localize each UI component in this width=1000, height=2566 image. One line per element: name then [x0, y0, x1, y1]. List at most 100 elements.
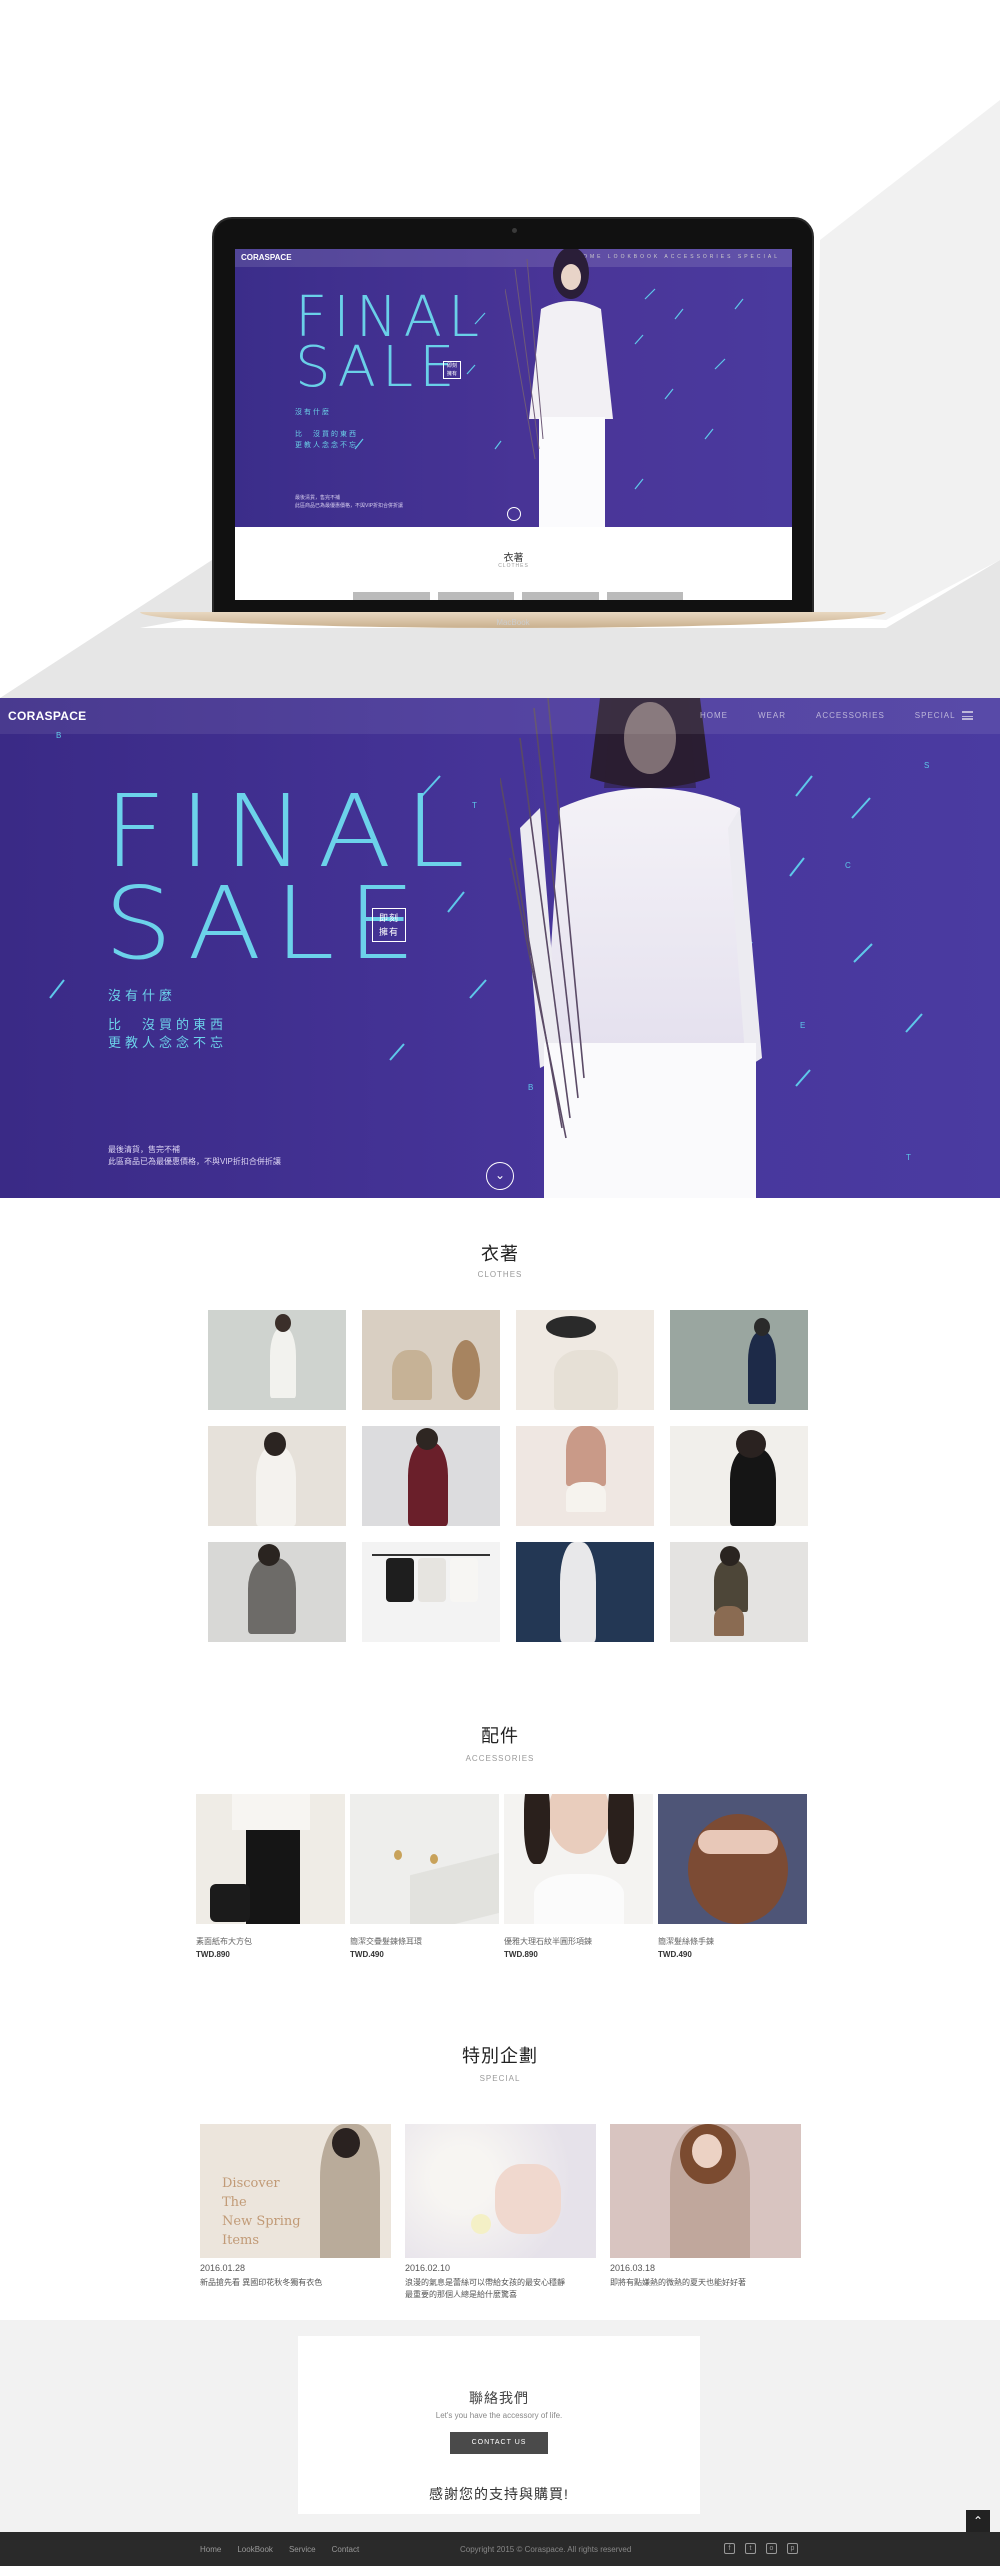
special-list: Discover The New Spring Items 2016.01.28… — [200, 2124, 802, 2301]
contact-subtitle: Let's you have the accessory of life. — [435, 2411, 563, 2420]
top-navigation: CORASPACE HOME WEAR ACCESSORIES SPECIAL — [0, 698, 1000, 734]
contact-title: 聯絡我們 — [469, 2390, 529, 2406]
footer-link-lookbook[interactable]: LookBook — [237, 2545, 273, 2554]
clothes-tile[interactable] — [670, 1310, 808, 1410]
menu-icon[interactable] — [962, 711, 973, 720]
nav-link-home[interactable]: HOME — [700, 711, 728, 720]
nav-link-accessories[interactable]: ACCESSORIES — [816, 711, 885, 720]
special-date: 2016.03.18 — [610, 2263, 656, 2273]
camera-dot — [512, 228, 517, 233]
clothes-tile[interactable] — [208, 1426, 346, 1526]
model-photo — [500, 698, 762, 1198]
clothes-tile[interactable] — [516, 1426, 654, 1526]
facebook-icon[interactable]: f — [724, 2543, 735, 2554]
mini-model-photo — [505, 249, 613, 527]
clothes-title: 衣著 — [481, 1244, 519, 1264]
contact-section: 聯絡我們 Let's you have the accessory of lif… — [0, 2320, 1000, 2532]
laptop-showcase: CORASPACE HOME LOOKBOOK ACCESSORIES SPEC… — [0, 0, 1000, 698]
product-name: 簡潔交疊髮鍊條耳環 — [350, 1937, 422, 1946]
product-price: TWD.490 — [658, 1950, 692, 1959]
hero-tagline-1: 沒有什麼 — [108, 988, 177, 1003]
product-price: TWD.890 — [504, 1950, 538, 1959]
special-card[interactable]: 2016.03.18 即將有點嫌熱的微熱的夏天也能好好著 — [610, 2124, 801, 2301]
product-card[interactable]: 優雅大理石紋半圓形項鍊 TWD.890 — [504, 1794, 653, 1959]
laptop-brand: MacBook — [496, 618, 530, 627]
clothes-tile[interactable] — [362, 1542, 500, 1642]
mini-thumbnails — [353, 592, 683, 600]
product-price: TWD.490 — [350, 1950, 384, 1959]
footer-link-home[interactable]: Home — [200, 2545, 221, 2554]
chevron-up-icon: ⌃ — [972, 2514, 984, 2528]
twitter-icon[interactable]: t — [745, 2543, 756, 2554]
svg-text:S: S — [924, 761, 929, 770]
product-card[interactable]: 簡潔髮絲條手鍊 TWD.490 — [658, 1794, 807, 1959]
footer: Home LookBook Service Contact Copyright … — [0, 2532, 1000, 2566]
nav-links: HOME WEAR ACCESSORIES SPECIAL — [700, 711, 956, 720]
back-to-top-button[interactable]: ⌃ — [966, 2510, 990, 2532]
product-name: 簡潔髮絲條手鍊 — [658, 1937, 714, 1946]
clothes-tile[interactable] — [670, 1426, 808, 1526]
headline-sale: SALE — [104, 865, 429, 982]
copyright: Copyright 2015 © Coraspace. All rights r… — [460, 2545, 632, 2554]
contact-card: 聯絡我們 Let's you have the accessory of lif… — [298, 2336, 700, 2514]
mini-tagline: 沒有什麼比 沒買的東西 更教人念念不忘 — [295, 409, 358, 449]
hero-banner: BTSCETB CORASPACE HOME WEAR ACCESSORIES … — [0, 698, 1000, 1198]
product-name: 優雅大理石紋半圓形項鍊 — [504, 1937, 592, 1946]
clothes-tile[interactable] — [208, 1542, 346, 1642]
special-text: 新品搶先看 異國印花秋冬獨有衣色 — [200, 2278, 323, 2287]
nav-link-wear[interactable]: WEAR — [758, 711, 786, 720]
mini-badge: 即刻 擁有 — [443, 361, 461, 379]
laptop-screen: CORASPACE HOME LOOKBOOK ACCESSORIES SPEC… — [235, 249, 792, 600]
mini-section-title: 衣著 — [503, 553, 524, 564]
mini-note: 最後清貨，售完不補 此區商品已為最優惠價格，不與VIP折扣合併折讓 — [295, 495, 404, 509]
nav-link-special[interactable]: SPECIAL — [915, 711, 956, 720]
footer-link-contact[interactable]: Contact — [332, 2545, 360, 2554]
hero-headline: FINAL SALE — [104, 782, 478, 982]
hero-note: 最後清貨，售完不補 此區商品已為最優惠價格，不與VIP折扣合併折讓 — [108, 1145, 281, 1166]
mini-hero: CORASPACE HOME LOOKBOOK ACCESSORIES SPEC… — [235, 249, 792, 527]
contact-us-button[interactable]: CONTACT US — [450, 2432, 548, 2454]
special-card[interactable]: 2016.02.10 浪漫的氣息是蕾絲可以帶給女孩的最安心穩靜 最重要的那個人總是… — [405, 2124, 596, 2301]
thanks-text: 感謝您的支持與購買! — [429, 2486, 569, 2502]
clothes-tile[interactable] — [362, 1310, 500, 1410]
pinterest-icon[interactable]: p — [787, 2543, 798, 2554]
clothes-tile[interactable] — [362, 1426, 500, 1526]
product-name: 素面紙布大方包 — [196, 1937, 252, 1946]
product-image — [658, 1794, 807, 1924]
special-date: 2016.02.10 — [405, 2263, 451, 2273]
special-image — [405, 2124, 596, 2258]
svg-text:E: E — [800, 1021, 805, 1030]
clothes-tile[interactable] — [208, 1310, 346, 1410]
clothes-subtitle: CLOTHES — [477, 1270, 523, 1279]
clothes-tile[interactable] — [670, 1542, 808, 1642]
svg-text:C: C — [845, 861, 851, 870]
product-card[interactable]: 簡潔交疊髮鍊條耳環 TWD.490 — [350, 1794, 499, 1959]
special-card[interactable]: Discover The New Spring Items 2016.01.28… — [200, 2124, 391, 2301]
special-text: 即將有點嫌熱的微熱的夏天也能好好著 — [610, 2278, 746, 2287]
svg-text:T: T — [906, 1153, 911, 1162]
special-date: 2016.01.28 — [200, 2263, 246, 2273]
product-card[interactable]: 素面紙布大方包 TWD.890 — [196, 1794, 345, 1959]
clothes-tile[interactable] — [516, 1542, 654, 1642]
footer-links: Home LookBook Service Contact — [200, 2545, 359, 2554]
scroll-down-button[interactable]: ⌄ — [486, 1162, 514, 1190]
chevron-down-icon: ⌄ — [494, 1168, 506, 1182]
footer-link-service[interactable]: Service — [289, 2545, 316, 2554]
special-text: 浪漫的氣息是蕾絲可以帶給女孩的最安心穩靜 最重要的那個人總是給什麼驚喜 — [405, 2278, 565, 2299]
buy-now-badge[interactable]: 即刻 擁有 — [372, 908, 406, 942]
product-image — [350, 1794, 499, 1924]
special-image — [610, 2124, 801, 2258]
accessories-subtitle: ACCESSORIES — [465, 1754, 535, 1763]
product-price: TWD.890 — [196, 1950, 230, 1959]
laptop-lid: CORASPACE HOME LOOKBOOK ACCESSORIES SPEC… — [212, 217, 814, 615]
instagram-icon[interactable]: o — [766, 2543, 777, 2554]
site-logo[interactable]: CORASPACE — [8, 709, 87, 723]
accessories-list: 素面紙布大方包 TWD.890 簡潔交疊髮鍊條耳環 TWD.490 優雅大理石紋… — [196, 1794, 807, 1959]
clothes-grid — [208, 1310, 808, 1642]
mini-section-subtitle: CLOTHES — [498, 563, 529, 569]
special-overlay-text: Discover The New Spring Items — [222, 2176, 301, 2248]
clothes-tile[interactable] — [516, 1310, 654, 1410]
special-title: 特別企劃 — [462, 2046, 538, 2066]
product-image — [504, 1794, 653, 1924]
special-image: Discover The New Spring Items — [200, 2124, 391, 2258]
